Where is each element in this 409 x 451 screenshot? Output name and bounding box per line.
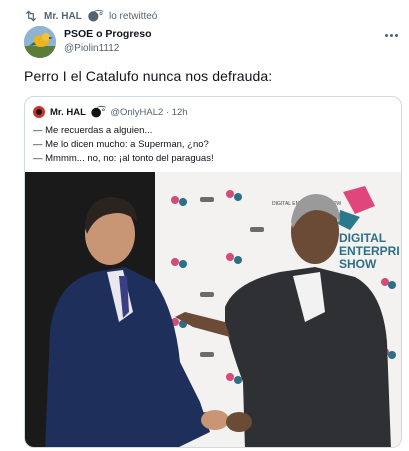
quote-author-name[interactable]: Mr. HAL <box>50 107 86 118</box>
banner-text-3: SHOW <box>339 257 377 271</box>
emoji-decoration-icon: ⬤͡° <box>90 106 106 118</box>
quote-photo[interactable]: DIGITAL ENTERPRISE SHOW DIGITAL ENTERPRI… <box>25 172 401 448</box>
retweet-suffix: lo retwitteó <box>108 10 158 22</box>
emoji-decoration-icon: ⬤͡° <box>87 10 103 22</box>
avatar[interactable] <box>24 26 56 58</box>
retweet-name: Mr. HAL <box>44 10 82 22</box>
bird-avatar-icon <box>24 26 56 58</box>
retweet-indicator[interactable]: Mr. HAL ⬤͡° lo retwitteó <box>24 10 157 22</box>
quoted-tweet[interactable]: Mr. HAL ⬤͡° @OnlyHAL2 · 12h — Me recuerd… <box>24 96 402 448</box>
quote-text: — Me recuerdas a alguien... — Me lo dice… <box>33 124 214 166</box>
banner-text-2: ENTERPRI <box>339 244 400 258</box>
more-options-icon[interactable] <box>385 32 399 38</box>
author-handle[interactable]: @Piolin1112 <box>64 43 152 54</box>
author-name[interactable]: PSOE o Progreso <box>64 28 152 40</box>
tweet-text: Perro I el Catalufo nunca nos defrauda: <box>24 68 273 84</box>
quote-header: Mr. HAL ⬤͡° @OnlyHAL2 · 12h <box>33 106 188 118</box>
quote-handle-time: @OnlyHAL2 · 12h <box>110 106 188 118</box>
quote-line: — Me lo dicen mucho: a Superman, ¿no? <box>33 139 209 150</box>
banner-text-1: DIGITAL <box>339 231 386 245</box>
tweet-author: PSOE o Progreso @Piolin1112 <box>64 28 152 54</box>
quote-avatar[interactable] <box>33 106 45 118</box>
quote-line: — Mmmm... no, no: ¡al tonto del paraguas… <box>33 153 214 164</box>
retweet-icon <box>25 10 37 22</box>
quote-line: — Me recuerdas a alguien... <box>33 125 153 136</box>
